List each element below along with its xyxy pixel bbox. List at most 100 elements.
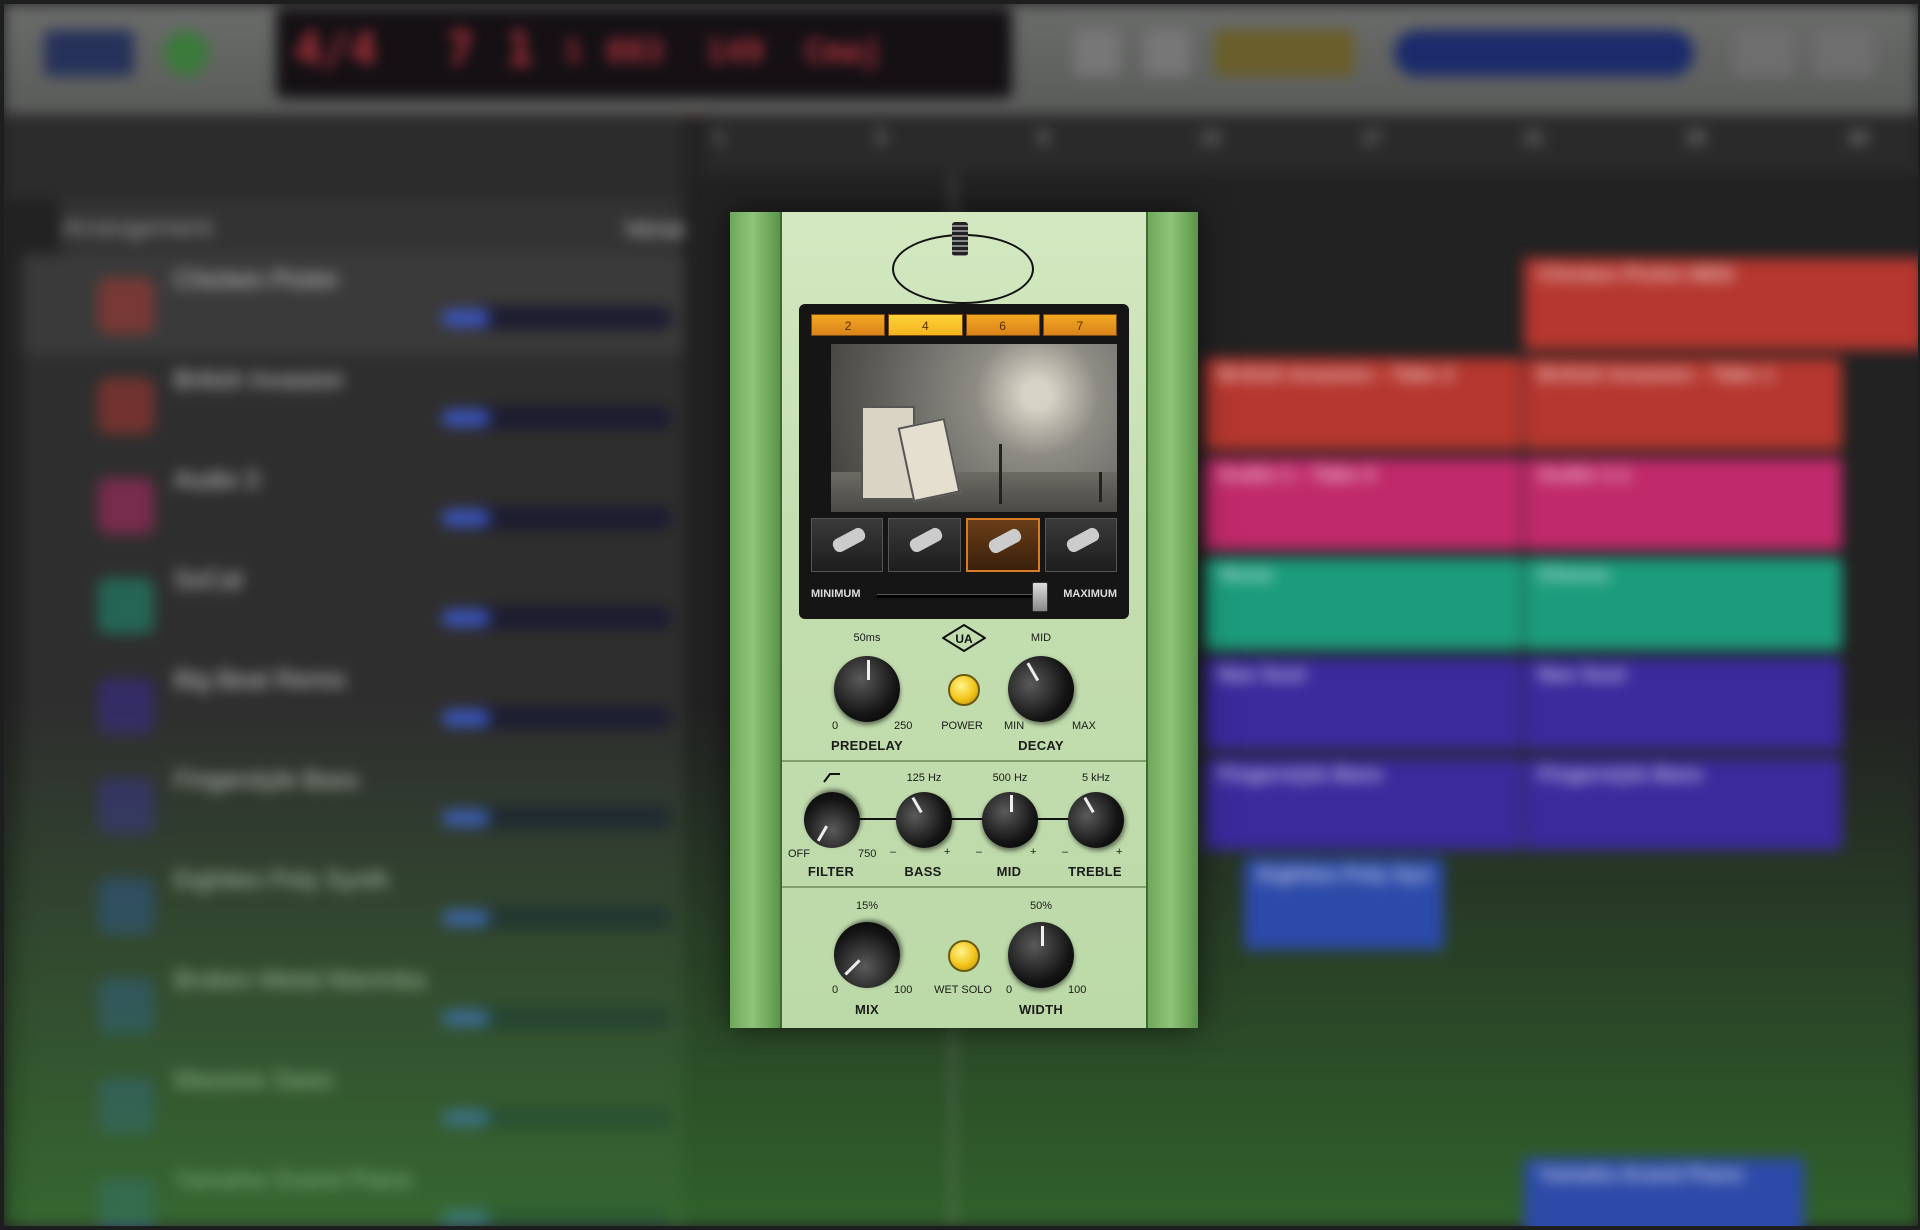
- track-volume-thumb[interactable]: [442, 510, 490, 526]
- ruler-tick: 9: [1038, 128, 1049, 148]
- width-label: WIDTH: [1018, 1002, 1064, 1017]
- section-marker[interactable]: Verse: [624, 216, 685, 244]
- tuner-button[interactable]: [1074, 30, 1120, 76]
- play-button[interactable]: [44, 30, 134, 76]
- room-tab[interactable]: 6: [965, 314, 1040, 336]
- room-tab[interactable]: 4: [888, 314, 963, 336]
- ruler-tick: 5: [876, 128, 887, 148]
- region[interactable]: British Invasion - Take 1: [1524, 358, 1842, 450]
- mix-max: 100: [894, 984, 913, 996]
- mic-button[interactable]: [888, 518, 961, 572]
- track-lane[interactable]: Yamaha Grand Piano: [704, 1154, 1918, 1226]
- region[interactable]: British Invasion - Take 2: [1204, 358, 1522, 450]
- decay-value: MID: [1030, 632, 1052, 644]
- distance-track[interactable]: [877, 594, 1047, 598]
- count-in-button[interactable]: [1214, 30, 1354, 76]
- width-min: 0: [1006, 984, 1013, 996]
- region[interactable]: Yamaha Grand Piano: [1524, 1158, 1804, 1226]
- distance-handle[interactable]: [1031, 582, 1048, 612]
- lcd-beat: 1: [506, 22, 534, 76]
- mic-button[interactable]: [811, 518, 884, 572]
- bass-label: BASS: [904, 864, 942, 879]
- lcd-bar: 7: [446, 22, 474, 76]
- treble-knob[interactable]: [1057, 781, 1135, 859]
- track-volume-slider[interactable]: [472, 406, 672, 430]
- region[interactable]: Chorus: [1524, 558, 1842, 650]
- room-tab[interactable]: 7: [1042, 314, 1117, 336]
- region[interactable]: Audio 1.1: [1524, 458, 1842, 550]
- region[interactable]: Fingerstyle Bass: [1524, 758, 1842, 850]
- region[interactable]: Nas Soul: [1524, 658, 1842, 750]
- mix-value: 15%: [855, 900, 879, 912]
- region-label: Audio 1.1: [1538, 464, 1631, 486]
- arrangement-label: Arrangement: [60, 200, 682, 254]
- bass-plus: +: [944, 846, 951, 858]
- mix-min: 0: [832, 984, 839, 996]
- region[interactable]: Chicken Pickin MIDI: [1524, 258, 1918, 350]
- track-header-toolbar: [4, 114, 684, 200]
- region[interactable]: Nas Soul: [1204, 658, 1522, 750]
- mic-button[interactable]: [1044, 518, 1117, 572]
- ruler-tick: 13: [1200, 128, 1221, 148]
- region[interactable]: Audio 1 - Take 4: [1204, 458, 1522, 550]
- track-volume-thumb[interactable]: [442, 410, 490, 426]
- ruler-tick: 21: [1524, 128, 1545, 148]
- master-volume-slider[interactable]: [1394, 30, 1694, 76]
- region-label: British Invasion - Take 2: [1218, 364, 1455, 386]
- loop-browser-button[interactable]: [1814, 30, 1874, 76]
- track-header[interactable]: Audio 3: [22, 454, 684, 555]
- filter-knob[interactable]: [793, 781, 871, 859]
- room-tabs: 2467: [811, 314, 1117, 336]
- predelay-label: PREDELAY: [831, 738, 903, 753]
- track-volume-thumb[interactable]: [442, 310, 490, 326]
- region[interactable]: Eighties Poly Syn: [1244, 858, 1444, 950]
- mic-button[interactable]: [965, 518, 1040, 572]
- region-label: Fingerstyle Bass: [1538, 764, 1703, 786]
- room-tab[interactable]: 2: [811, 314, 886, 336]
- region-label: Nas Soul: [1218, 664, 1306, 686]
- record-button[interactable]: [164, 30, 208, 76]
- track-volume-slider[interactable]: [472, 606, 672, 630]
- track-lane[interactable]: [704, 1054, 1918, 1154]
- power-lamp[interactable]: [948, 674, 980, 706]
- track-icon: [98, 578, 154, 634]
- mid-label: MID: [996, 864, 1022, 879]
- treble-label: TREBLE: [1068, 864, 1122, 879]
- mid-knob[interactable]: [982, 792, 1038, 848]
- track-volume-thumb[interactable]: [442, 610, 490, 626]
- track-volume-slider[interactable]: [472, 506, 672, 530]
- region-label: Nas Soul: [1538, 664, 1626, 686]
- predelay-knob[interactable]: [834, 656, 900, 722]
- ruler[interactable]: 1 5 9 13 17 21 25 29: [704, 114, 1918, 174]
- dynamic-mic-icon: [1064, 525, 1102, 555]
- treble-freq: 5 kHz: [1081, 772, 1111, 784]
- region[interactable]: Verse: [1204, 558, 1522, 650]
- mid-freq: 500 Hz: [992, 772, 1028, 784]
- decay-max: MAX: [1072, 720, 1096, 732]
- width-value: 50%: [1029, 900, 1053, 912]
- notepad-button[interactable]: [1734, 30, 1794, 76]
- treble-minus: –: [1062, 846, 1069, 858]
- pencil-button[interactable]: [1144, 30, 1190, 76]
- width-knob[interactable]: [1008, 922, 1074, 988]
- left-rail: [730, 212, 782, 1028]
- width-max: 100: [1068, 984, 1087, 996]
- region-label: Yamaha Grand Piano: [1538, 1164, 1744, 1186]
- region-label: Chorus: [1538, 564, 1610, 586]
- region[interactable]: Fingerstyle Bass: [1204, 758, 1522, 850]
- distance-slider[interactable]: MINIMUM MAXIMUM: [811, 582, 1117, 612]
- mic-selector: [811, 518, 1117, 572]
- track-volume-slider[interactable]: [472, 306, 672, 330]
- ua-logo-icon: UA: [941, 623, 987, 653]
- faceplate: 2467 MINIMUM MAXIMUM 50ms UA MID 0 250 P…: [782, 212, 1146, 1028]
- bass-knob[interactable]: [885, 781, 963, 859]
- predelay-max: 250: [894, 720, 913, 732]
- app-window: 4/4 7 1 1 003 149 Cmaj Arrangement 1 5 9 13…: [4, 4, 1918, 1226]
- lcd-tick: 003: [606, 32, 664, 70]
- track-header[interactable]: Chicken Pickin: [22, 254, 684, 355]
- wet-solo-lamp[interactable]: [948, 940, 980, 972]
- track-icon: [98, 378, 154, 434]
- track-header[interactable]: British Invasion: [22, 354, 684, 455]
- hipass-icon: [823, 773, 840, 783]
- track-header[interactable]: SoCal: [22, 554, 684, 655]
